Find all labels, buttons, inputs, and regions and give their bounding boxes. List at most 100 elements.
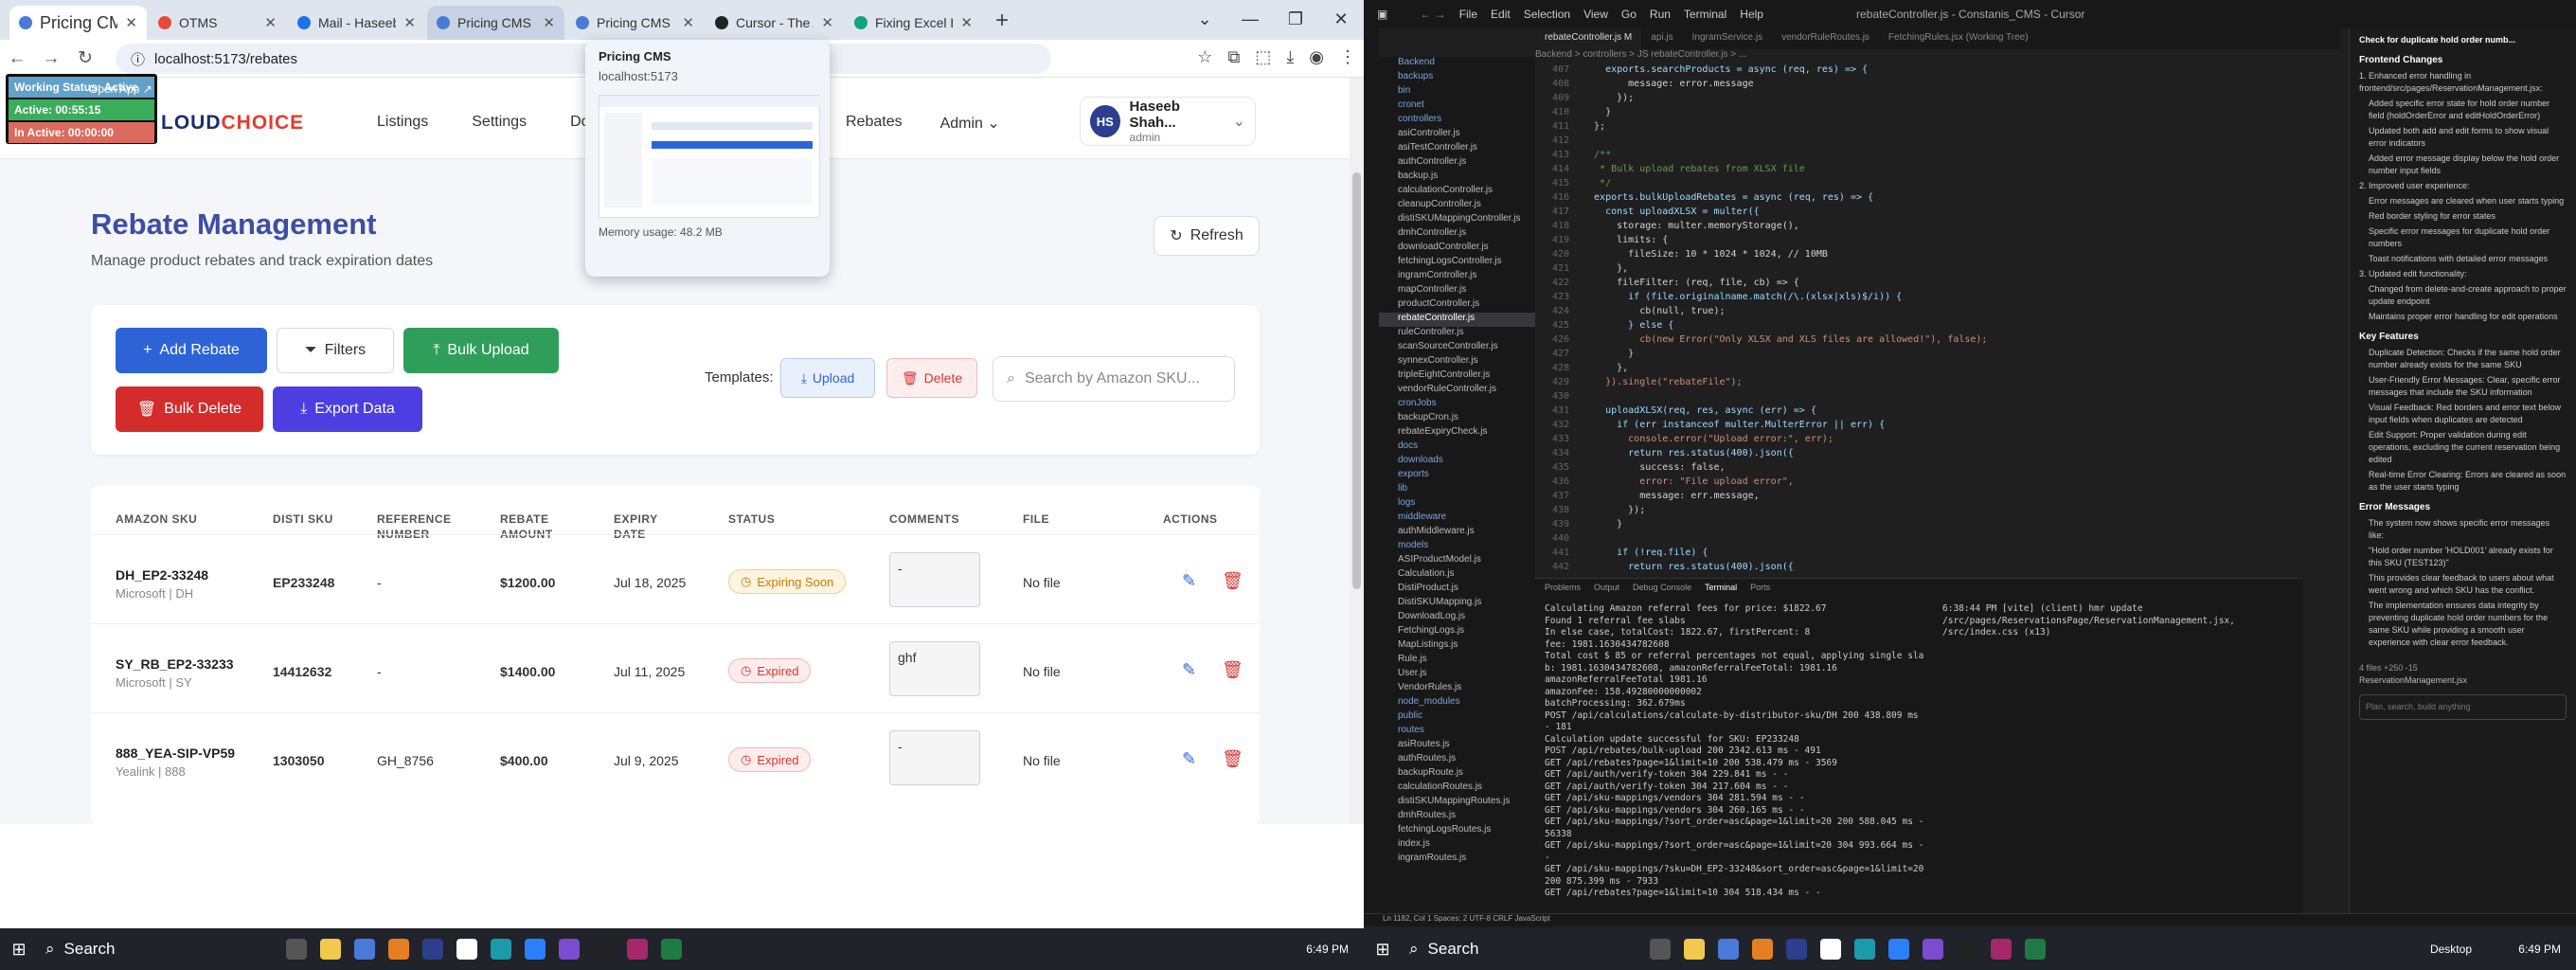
- explorer-item[interactable]: calculationRoutes.js: [1379, 781, 1535, 796]
- edit-icon[interactable]: ✎: [1182, 660, 1196, 680]
- new-tab-button[interactable]: +: [995, 8, 1009, 34]
- table-row[interactable]: DH_EP2-33248 Microsoft | DH EP233248 - $1200…: [91, 534, 1260, 623]
- app-icon[interactable]: [1854, 939, 1875, 960]
- add-rebate-button[interactable]: + Add Rebate: [116, 328, 267, 373]
- panel-tab[interactable]: Problems: [1545, 583, 1581, 596]
- explorer-item[interactable]: cronet: [1379, 99, 1535, 114]
- col-header[interactable]: AMAZON SKU: [116, 512, 197, 527]
- explorer-item[interactable]: distiSKUMappingController.js: [1379, 213, 1535, 227]
- explorer-item[interactable]: backupCron.js: [1379, 412, 1535, 426]
- browser-tab[interactable]: OTMS ✕: [149, 6, 286, 40]
- browser-tab[interactable]: Pricing CMS ✕: [427, 6, 564, 40]
- scrollbar-thumb[interactable]: [1352, 172, 1361, 589]
- windows-start-icon[interactable]: ⊞: [0, 940, 38, 960]
- nav-arrows-icon[interactable]: ← →: [1420, 8, 1445, 21]
- app-icon[interactable]: [559, 939, 580, 960]
- onenote-icon[interactable]: [1991, 939, 2012, 960]
- app-icon[interactable]: [388, 939, 409, 960]
- close-tab-icon[interactable]: ✕: [682, 14, 694, 31]
- explorer-item[interactable]: node_modules: [1379, 696, 1535, 710]
- editor-tab[interactable]: vendorRuleRoutes.js: [1772, 28, 1879, 49]
- explorer-item[interactable]: ASIProductModel.js: [1379, 554, 1535, 568]
- explorer-item[interactable]: authController.js: [1379, 156, 1535, 171]
- task-view-icon[interactable]: [286, 939, 307, 960]
- explorer-item[interactable]: rebateController.js: [1379, 313, 1535, 327]
- app-icon[interactable]: [491, 939, 511, 960]
- reload-button[interactable]: ↻: [68, 47, 102, 69]
- trash-icon[interactable]: 🗑: [1222, 571, 1243, 591]
- browser-tab[interactable]: Fixing Excel E ✕: [845, 6, 982, 40]
- export-data-button[interactable]: ⤓ Export Data: [273, 386, 422, 432]
- browser-tab[interactable]: Pricing CMS ✕: [566, 6, 704, 40]
- chrome-icon[interactable]: [1718, 939, 1739, 960]
- explorer-item[interactable]: productController.js: [1379, 298, 1535, 313]
- panel-tab[interactable]: Output: [1594, 583, 1619, 596]
- menu-item[interactable]: View: [1583, 8, 1608, 21]
- excel-icon[interactable]: [2025, 939, 2046, 960]
- menu-item[interactable]: Selection: [1524, 8, 1570, 21]
- extensions-puzzle-icon[interactable]: ⬚: [1255, 47, 1271, 67]
- browser-tab[interactable]: Mail - Haseeb ✕: [288, 6, 425, 40]
- explorer-item[interactable]: lib: [1379, 483, 1535, 497]
- explorer-item[interactable]: fetchingLogsRoutes.js: [1379, 824, 1535, 838]
- explorer-item[interactable]: backups: [1379, 71, 1535, 85]
- edit-icon[interactable]: ✎: [1182, 749, 1196, 769]
- search-input[interactable]: ⌕ Search by Amazon SKU...: [993, 356, 1235, 402]
- explorer-item[interactable]: authRoutes.js: [1379, 753, 1535, 767]
- chat-input[interactable]: Plan, search, build anything: [2359, 694, 2567, 720]
- editor-tab[interactable]: FetchingRules.jsx (Working Tree): [1879, 28, 2038, 49]
- explorer-item[interactable]: asiController.js: [1379, 128, 1535, 142]
- menu-item[interactable]: Go: [1621, 8, 1637, 21]
- terminal-output[interactable]: Calculating Amazon referral fees for pri…: [1535, 600, 1933, 903]
- explorer-item[interactable]: ruleController.js: [1379, 327, 1535, 341]
- vscode-icon[interactable]: [1888, 939, 1909, 960]
- close-tab-icon[interactable]: ✕: [960, 14, 973, 31]
- explorer-item[interactable]: routes: [1379, 725, 1535, 739]
- panel-tab[interactable]: Ports: [1750, 583, 1770, 596]
- close-window-button[interactable]: ✕: [1318, 0, 1364, 38]
- onenote-icon[interactable]: [627, 939, 648, 960]
- url-field[interactable]: ⓘ localhost:5173/rebates: [116, 44, 1051, 74]
- close-tab-icon[interactable]: ✕: [403, 14, 416, 31]
- app-icon[interactable]: [1752, 939, 1773, 960]
- explorer-item[interactable]: fetchingLogsController.js: [1379, 256, 1535, 270]
- maximize-button[interactable]: ❐: [1273, 0, 1318, 38]
- editor-tab[interactable]: rebateController.js M: [1535, 28, 1642, 49]
- app-icon[interactable]: [1923, 939, 1943, 960]
- explorer-item[interactable]: tripleEightController.js: [1379, 369, 1535, 384]
- explorer-item[interactable]: cronJobs: [1379, 398, 1535, 412]
- app-icon[interactable]: [456, 939, 477, 960]
- template-delete-button[interactable]: 🗑 Delete: [886, 358, 977, 398]
- open-app-link[interactable]: Open App ↗: [89, 82, 152, 96]
- task-view-icon[interactable]: [1650, 939, 1671, 960]
- trash-icon[interactable]: 🗑: [1222, 749, 1243, 769]
- chat-files-summary[interactable]: 4 files +250 -15: [2359, 662, 2567, 674]
- col-header[interactable]: DISTI SKU: [273, 512, 333, 527]
- explorer-item[interactable]: rebateExpiryCheck.js: [1379, 426, 1535, 440]
- explorer-item[interactable]: backupRoute.js: [1379, 767, 1535, 781]
- chrome-icon[interactable]: [354, 939, 375, 960]
- explorer-item[interactable]: ingramController.js: [1379, 270, 1535, 284]
- editor-tab[interactable]: api.js: [1641, 28, 1682, 49]
- menu-item[interactable]: Edit: [1491, 8, 1511, 21]
- explorer-item[interactable]: dmhRoutes.js: [1379, 810, 1535, 824]
- explorer-item[interactable]: index.js: [1379, 838, 1535, 853]
- page-scrollbar[interactable]: [1350, 78, 1364, 824]
- explorer-item[interactable]: DistiSKUMapping.js: [1379, 597, 1535, 611]
- explorer-item[interactable]: calculationController.js: [1379, 185, 1535, 199]
- menu-item[interactable]: Help: [1740, 8, 1763, 21]
- template-upload-button[interactable]: ⤓ Upload: [780, 358, 875, 398]
- explorer-item[interactable]: exports: [1379, 469, 1535, 483]
- browser-tab[interactable]: Cursor - The AI ✕: [706, 6, 843, 40]
- chat-file-item[interactable]: ReservationManagement.jsx: [2359, 674, 2567, 687]
- col-header[interactable]: STATUS: [728, 512, 775, 527]
- minimize-button[interactable]: —: [1227, 0, 1273, 38]
- explorer-item[interactable]: asiTestController.js: [1379, 142, 1535, 156]
- profile-icon[interactable]: ◉: [1309, 47, 1324, 67]
- trash-icon[interactable]: 🗑: [1222, 660, 1243, 680]
- explorer-item[interactable]: models: [1379, 540, 1535, 554]
- menu-rebates[interactable]: Rebates: [846, 114, 903, 133]
- table-row[interactable]: SY_RB_EP2-33233 Microsoft | SY 14412632 - $1…: [91, 623, 1260, 712]
- taskbar-clock[interactable]: 6:49 PM: [1306, 943, 1349, 956]
- file-explorer-icon[interactable]: [1684, 939, 1705, 960]
